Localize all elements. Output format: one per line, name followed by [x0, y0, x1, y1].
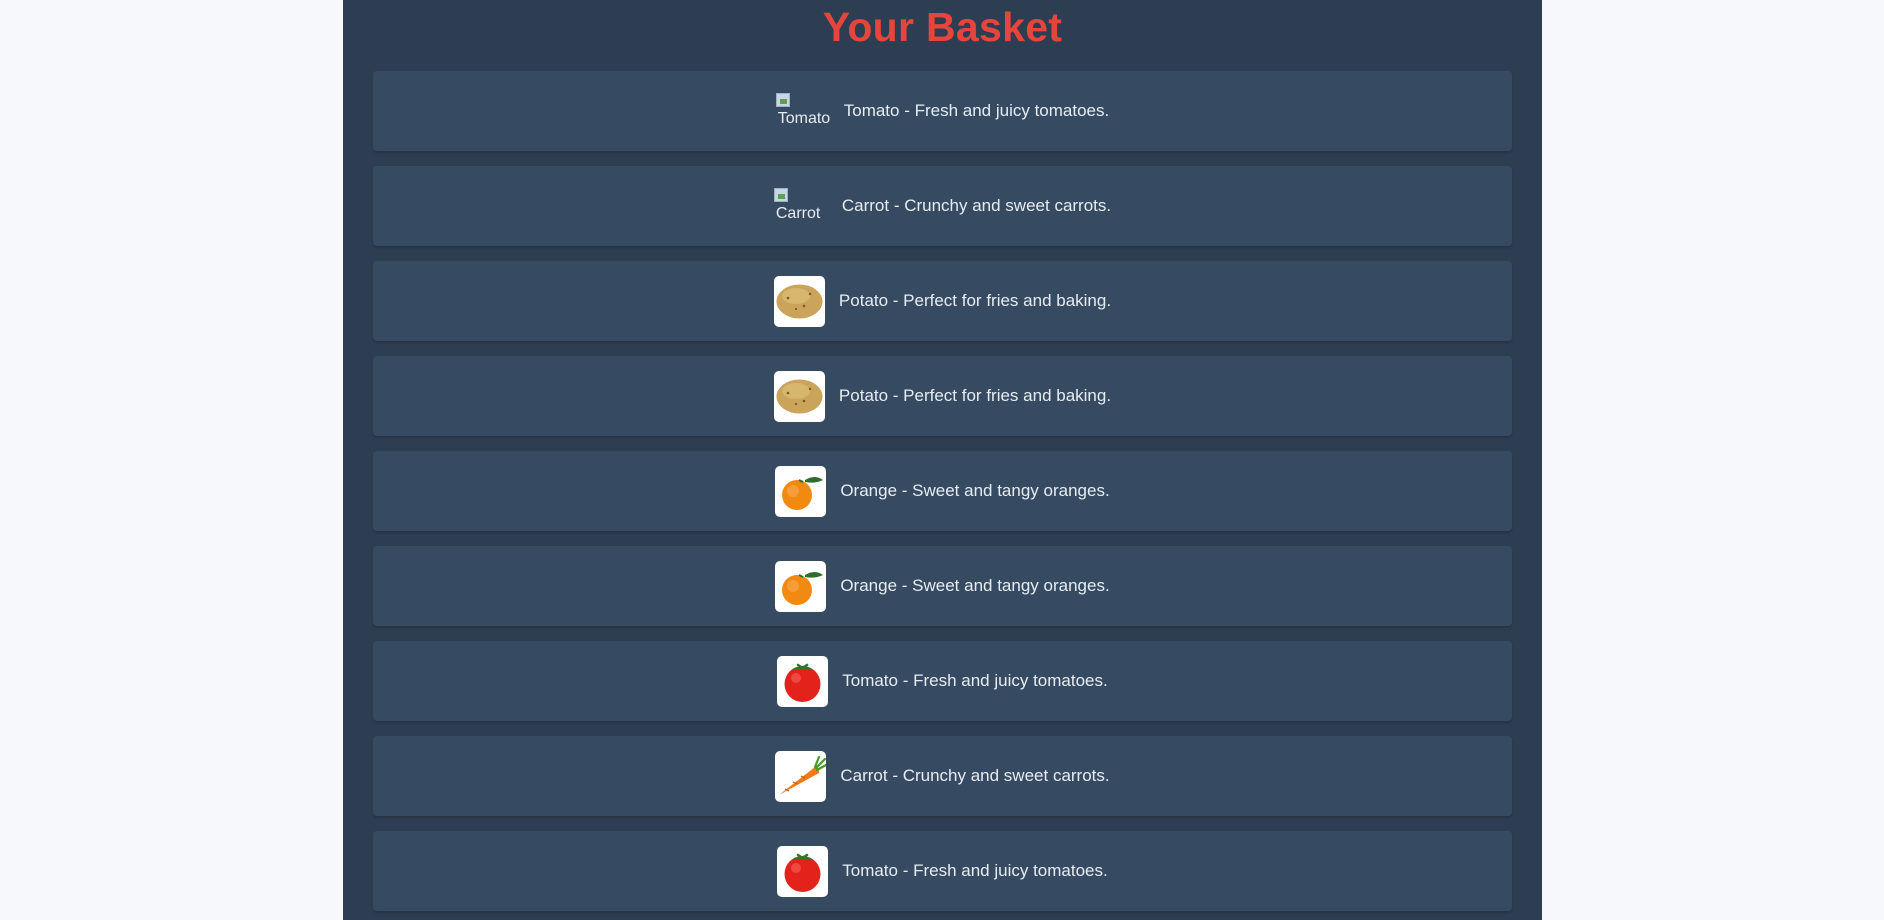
potato-icon	[773, 370, 825, 422]
item-description: Potato - Perfect for fries and baking.	[838, 291, 1112, 310]
item-description: Orange - Sweet and tangy oranges.	[840, 481, 1110, 500]
basket-item[interactable]: Tomato - Fresh and juicy tomatoes.	[373, 831, 1512, 911]
basket-list: Tomato Tomato - Fresh and juicy tomatoes…	[373, 71, 1512, 911]
broken-image-icon: Tomato	[775, 93, 831, 129]
basket-item[interactable]: Orange - Sweet and tangy oranges.	[373, 546, 1512, 626]
orange-icon	[775, 560, 827, 612]
tomato-icon	[777, 845, 829, 897]
item-description: Carrot - Crunchy and sweet carrots.	[840, 766, 1110, 785]
carrot-icon	[775, 750, 827, 802]
basket-panel: Your Basket Tomato Tomato - Fresh and ju…	[343, 0, 1542, 920]
item-description: Orange - Sweet and tangy oranges.	[840, 576, 1110, 595]
item-description: Tomato - Fresh and juicy tomatoes.	[843, 101, 1110, 120]
item-description: Carrot - Crunchy and sweet carrots.	[841, 196, 1112, 215]
basket-item[interactable]: Carrot - Crunchy and sweet carrots.	[373, 736, 1512, 816]
broken-image-icon: Carrot	[773, 188, 828, 224]
basket-item[interactable]: Tomato Tomato - Fresh and juicy tomatoes…	[373, 71, 1512, 151]
basket-title: Your Basket	[822, 4, 1063, 50]
tomato-icon	[777, 655, 829, 707]
item-description: Tomato - Fresh and juicy tomatoes.	[842, 671, 1108, 690]
page: Your Basket Tomato Tomato - Fresh and ju…	[0, 0, 1884, 920]
basket-item[interactable]: Orange - Sweet and tangy oranges.	[373, 451, 1512, 531]
orange-icon	[775, 465, 827, 517]
basket-item[interactable]: Potato - Perfect for fries and baking.	[373, 356, 1512, 436]
basket-item[interactable]: Tomato - Fresh and juicy tomatoes.	[373, 641, 1512, 721]
image-alt-text: Tomato	[777, 110, 831, 127]
basket-item[interactable]: Carrot Carrot - Crunchy and sweet carrot…	[373, 166, 1512, 246]
item-description: Tomato - Fresh and juicy tomatoes.	[842, 861, 1108, 880]
item-description: Potato - Perfect for fries and baking.	[838, 386, 1112, 405]
basket-item[interactable]: Potato - Perfect for fries and baking.	[373, 261, 1512, 341]
potato-icon	[773, 275, 825, 327]
image-alt-text: Carrot	[775, 205, 821, 222]
